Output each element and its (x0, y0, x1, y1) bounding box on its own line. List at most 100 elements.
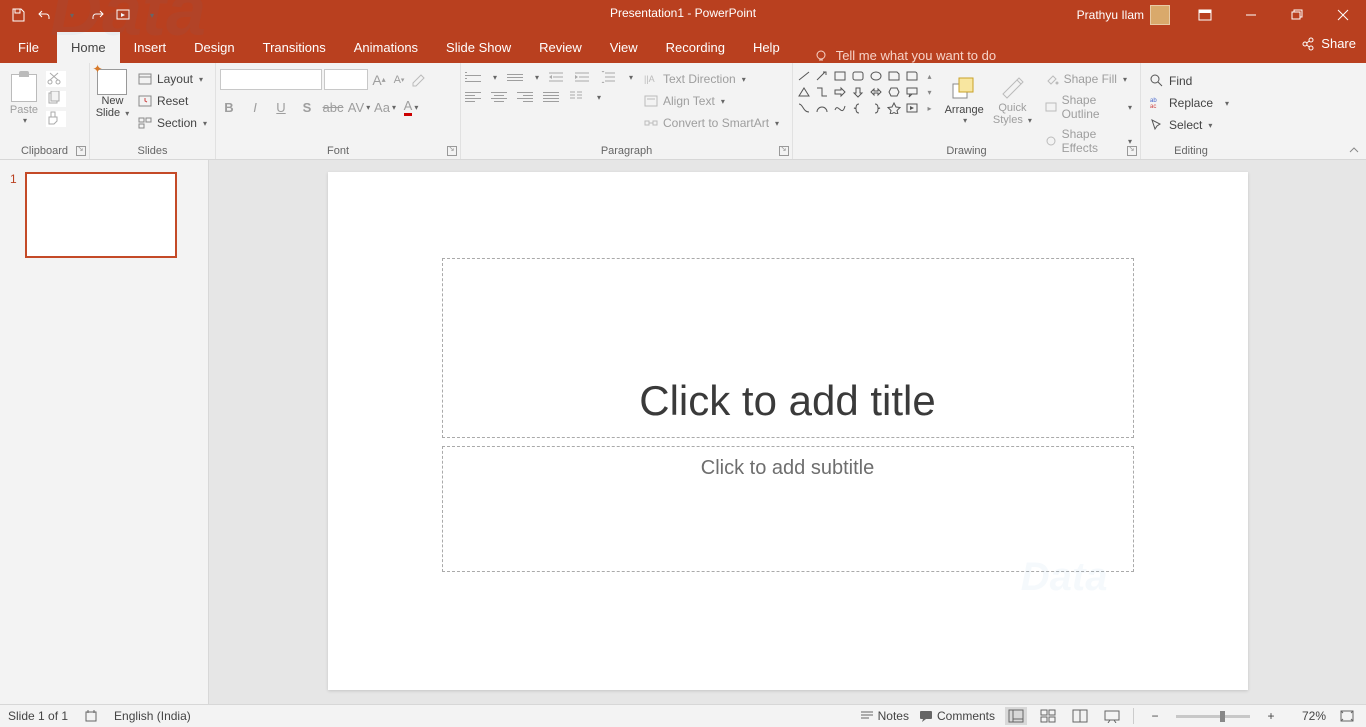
clipboard-launcher-icon[interactable] (76, 146, 86, 156)
align-text-button[interactable]: Align Text▾ (639, 91, 783, 111)
font-size-combo[interactable] (324, 69, 368, 90)
shapes-row-up-icon[interactable]: ▴ (922, 69, 937, 83)
justify-icon[interactable] (543, 89, 559, 105)
tab-help[interactable]: Help (739, 32, 794, 63)
tab-home[interactable]: Home (57, 32, 120, 63)
shape-curve-icon[interactable] (833, 101, 848, 115)
undo-dropdown-icon[interactable]: ▾ (62, 5, 82, 25)
shape-triangle-icon[interactable] (797, 85, 812, 99)
fit-to-window-icon[interactable] (1336, 707, 1358, 725)
shape-connector-icon[interactable] (797, 101, 812, 115)
replace-button[interactable]: abacReplace▾ (1145, 93, 1237, 113)
tab-recording[interactable]: Recording (652, 32, 739, 63)
line-spacing-icon[interactable] (601, 69, 617, 85)
shadow-icon[interactable]: S (298, 98, 316, 116)
drawing-launcher-icon[interactable] (1127, 146, 1137, 156)
comments-button[interactable]: Comments (919, 709, 995, 723)
align-center-icon[interactable] (491, 89, 507, 105)
start-from-beginning-icon[interactable] (114, 5, 134, 25)
convert-smartart-button[interactable]: Convert to SmartArt▾ (639, 113, 783, 133)
slide-canvas-area[interactable]: Data Click to add title Click to add sub… (209, 160, 1366, 704)
cut-icon[interactable] (46, 71, 66, 87)
shape-fill-button[interactable]: Shape Fill▾ (1040, 69, 1136, 89)
close-icon[interactable] (1320, 0, 1366, 30)
zoom-slider[interactable] (1176, 715, 1250, 718)
redo-icon[interactable] (88, 5, 108, 25)
notes-button[interactable]: Notes (860, 709, 909, 723)
layout-button[interactable]: Layout▾ (133, 69, 211, 89)
text-direction-button[interactable]: ||AText Direction▾ (639, 69, 783, 89)
tell-me-search[interactable]: Tell me what you want to do (814, 48, 996, 63)
quick-styles-button[interactable]: Quick Styles ▾ (991, 67, 1033, 133)
columns-icon[interactable] (569, 89, 585, 105)
shape-callout-icon[interactable] (904, 85, 919, 99)
section-button[interactable]: Section▾ (133, 113, 211, 133)
find-button[interactable]: Find (1145, 71, 1237, 91)
reading-view-icon[interactable] (1069, 707, 1091, 725)
shape-rectangle-icon[interactable] (833, 69, 848, 83)
arrange-button[interactable]: Arrange▾ (943, 67, 985, 133)
bold-icon[interactable]: B (220, 98, 238, 116)
slide[interactable]: Click to add title Click to add subtitle… (328, 172, 1248, 690)
shape-arrow-line-icon[interactable] (815, 69, 830, 83)
normal-view-icon[interactable] (1005, 707, 1027, 725)
paragraph-launcher-icon[interactable] (779, 146, 789, 156)
shape-action-icon[interactable] (904, 101, 919, 115)
format-painter-icon[interactable] (46, 111, 66, 127)
ribbon-display-options-icon[interactable] (1182, 0, 1228, 30)
copy-icon[interactable]: ▾ (46, 91, 66, 107)
shape-brace-left-icon[interactable] (851, 101, 866, 115)
restore-icon[interactable] (1274, 0, 1320, 30)
shape-brace-right-icon[interactable] (869, 101, 884, 115)
user-account[interactable]: Prathyu Ilam (1077, 5, 1170, 25)
underline-icon[interactable]: U (272, 98, 290, 116)
share-button[interactable]: Share (1301, 36, 1356, 51)
shape-elbow-icon[interactable] (815, 85, 830, 99)
shape-hexagon-icon[interactable] (886, 85, 901, 99)
character-spacing-icon[interactable]: AV▾ (350, 98, 368, 116)
shape-rounded-rect-icon[interactable] (851, 69, 866, 83)
shape-arrow-down-icon[interactable] (851, 85, 866, 99)
slide-sorter-view-icon[interactable] (1037, 707, 1059, 725)
title-placeholder[interactable]: Click to add title (442, 258, 1134, 438)
italic-icon[interactable]: I (246, 98, 264, 116)
spell-check-icon[interactable] (84, 709, 98, 723)
shapes-row-down-icon[interactable]: ▾ (922, 85, 937, 99)
reset-button[interactable]: Reset (133, 91, 211, 111)
align-right-icon[interactable] (517, 89, 533, 105)
shape-round-single-icon[interactable] (904, 69, 919, 83)
collapse-ribbon-icon[interactable] (1346, 143, 1362, 157)
tab-transitions[interactable]: Transitions (249, 32, 340, 63)
numbering-icon[interactable] (507, 69, 523, 85)
shape-outline-button[interactable]: Shape Outline▾ (1040, 91, 1136, 123)
shape-arrow-leftright-icon[interactable] (869, 85, 884, 99)
tab-design[interactable]: Design (180, 32, 248, 63)
increase-font-icon[interactable]: A▴ (370, 71, 388, 89)
tab-review[interactable]: Review (525, 32, 596, 63)
change-case-icon[interactable]: Aa▾ (376, 98, 394, 116)
zoom-in-icon[interactable]: + (1260, 707, 1282, 725)
clear-formatting-icon[interactable] (410, 71, 428, 89)
shapes-more-icon[interactable]: ▸ (922, 101, 937, 115)
tab-slideshow[interactable]: Slide Show (432, 32, 525, 63)
slide-thumbnail-1[interactable] (25, 172, 177, 258)
paste-button[interactable]: Paste ▾ (4, 67, 44, 127)
strikethrough-icon[interactable]: abc (324, 98, 342, 116)
paste-dropdown-icon[interactable]: ▾ (23, 116, 27, 125)
decrease-font-icon[interactable]: A▾ (390, 71, 408, 89)
shape-star-icon[interactable] (886, 101, 901, 115)
shape-oval-icon[interactable] (869, 69, 884, 83)
zoom-slider-thumb[interactable] (1220, 711, 1225, 722)
zoom-out-icon[interactable]: − (1144, 707, 1166, 725)
shape-snip-rect-icon[interactable] (886, 69, 901, 83)
select-button[interactable]: Select▾ (1145, 115, 1237, 135)
align-left-icon[interactable] (465, 89, 481, 105)
font-color-icon[interactable]: A▾ (402, 98, 420, 116)
shape-arc-icon[interactable] (815, 101, 830, 115)
zoom-level[interactable]: 72% (1292, 709, 1326, 723)
qat-customize-icon[interactable]: ▾ (142, 5, 162, 25)
bullets-icon[interactable] (465, 69, 481, 85)
slide-counter[interactable]: Slide 1 of 1 (8, 709, 68, 723)
font-launcher-icon[interactable] (447, 146, 457, 156)
undo-icon[interactable] (34, 5, 54, 25)
